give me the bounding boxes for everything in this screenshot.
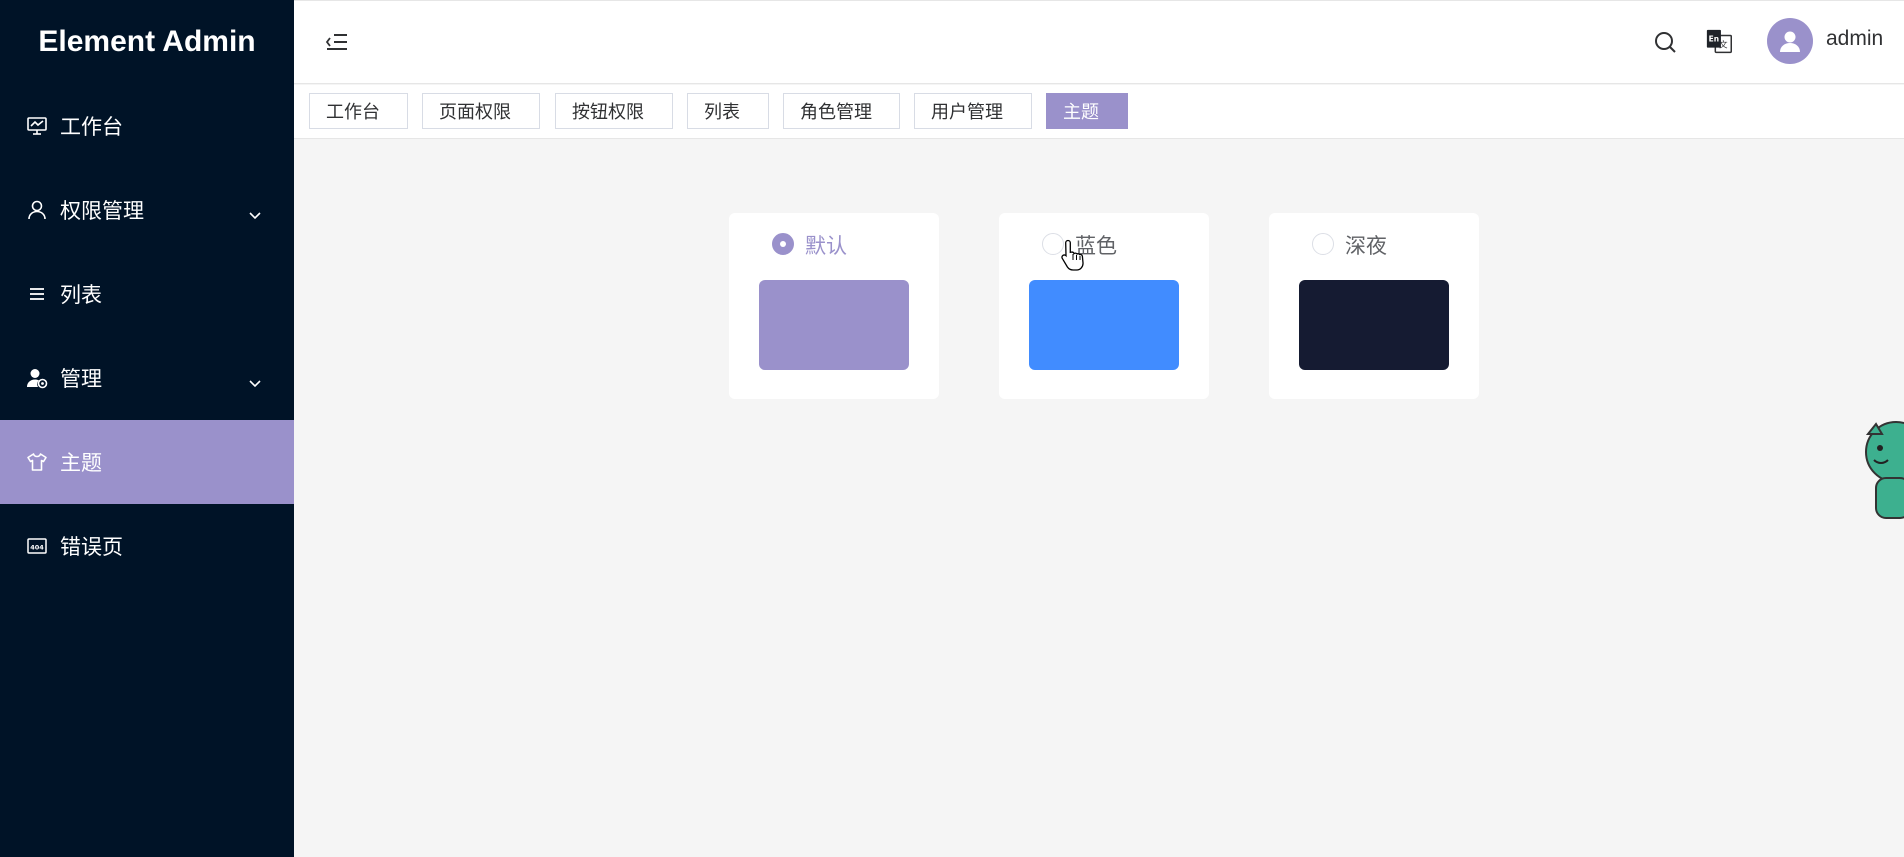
tag-button-permission[interactable]: 按钮权限 <box>555 93 673 129</box>
mascot-icon <box>1862 410 1904 520</box>
theme-label-dark[interactable]: 深夜 <box>1345 230 1387 260</box>
sidebar-item-dashboard[interactable]: 工作台 <box>0 84 294 168</box>
theme-radio-dark[interactable] <box>1312 233 1334 255</box>
sidebar-item-label: 错误页 <box>60 535 123 559</box>
list-icon <box>24 281 50 307</box>
sidebar-item-manage[interactable]: 管理 <box>0 336 294 420</box>
theme-swatch-dark[interactable] <box>1299 280 1449 370</box>
top-header: 文 En admin <box>294 0 1904 84</box>
svg-text:404: 404 <box>30 544 44 552</box>
user-settings-icon <box>24 365 50 391</box>
sidebar-item-theme[interactable]: 主题 <box>0 420 294 504</box>
tag-user-management[interactable]: 用户管理 <box>914 93 1032 129</box>
theme-card-default[interactable]: 默认 <box>729 213 939 399</box>
sidebar-item-label: 工作台 <box>60 115 123 139</box>
tag-dashboard[interactable]: 工作台 <box>309 93 408 129</box>
svg-text:En: En <box>1709 35 1719 44</box>
username[interactable]: admin <box>1826 27 1883 51</box>
tag-page-permission[interactable]: 页面权限 <box>422 93 540 129</box>
avatar[interactable] <box>1767 18 1813 64</box>
sidebar-item-label: 列表 <box>60 283 102 307</box>
app-logo: Element Admin <box>38 25 256 58</box>
user-icon <box>24 197 50 223</box>
tag-role-management[interactable]: 角色管理 <box>783 93 900 129</box>
tag-theme[interactable]: 主题 <box>1046 93 1128 129</box>
hand-cursor-icon <box>1060 238 1088 276</box>
theme-swatch-blue[interactable] <box>1029 280 1179 370</box>
theme-swatch-default[interactable] <box>759 280 909 370</box>
sidebar-item-label: 主题 <box>60 451 102 475</box>
theme-card-blue[interactable]: 蓝色 <box>999 213 1209 399</box>
tshirt-icon <box>24 449 50 475</box>
sidebar-item-label: 权限管理 <box>60 199 144 223</box>
theme-radio-default[interactable] <box>772 233 794 255</box>
sidebar: Element Admin 工作台 权限管理 列表 管理 主题 404 错误页 <box>0 0 294 857</box>
search-icon[interactable] <box>1650 27 1680 57</box>
sidebar-item-error-page[interactable]: 404 错误页 <box>0 504 294 588</box>
theme-label-default[interactable]: 默认 <box>805 230 847 260</box>
chevron-down-icon[interactable] <box>248 202 262 226</box>
sidebar-item-label: 管理 <box>60 367 102 391</box>
chevron-down-icon[interactable] <box>248 370 262 394</box>
error-404-icon: 404 <box>24 533 50 559</box>
translate-icon[interactable]: 文 En <box>1705 27 1735 57</box>
dashboard-icon <box>24 113 50 139</box>
menu-fold-icon[interactable] <box>324 29 350 55</box>
tags-view: 工作台 页面权限 按钮权限 列表 角色管理 用户管理 主题 <box>294 85 1904 139</box>
sidebar-item-list[interactable]: 列表 <box>0 252 294 336</box>
tag-list[interactable]: 列表 <box>687 93 769 129</box>
theme-card-dark[interactable]: 深夜 <box>1269 213 1479 399</box>
sidebar-item-permission[interactable]: 权限管理 <box>0 168 294 252</box>
